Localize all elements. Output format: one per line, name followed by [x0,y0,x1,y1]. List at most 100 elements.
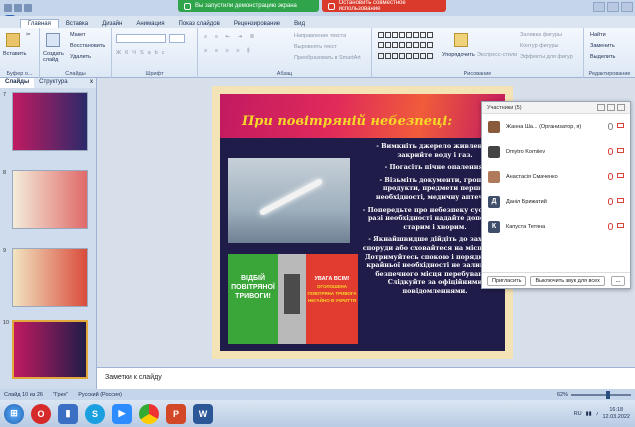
poster-alert-sub: ОГОЛОШЕНА ПОВІТРЯНА ТРИВОГА НЕГАЙНО В УК… [307,284,357,303]
microphone-muted-icon[interactable] [608,198,613,205]
list-icons[interactable]: ≡ ≡ ⇤ ⇥ ≣ [204,34,257,40]
opera-icon[interactable]: O [31,403,51,424]
alarm-poster: ВІДБІЙ ПОВІТРЯНОЇ ТРИВОГИ! УВАГА ВСІМ! О… [228,254,358,344]
slide-thumbnail-9[interactable] [12,248,88,307]
panel-minimize-button[interactable] [597,104,605,111]
camera-off-icon[interactable] [617,198,624,203]
font-family-select[interactable] [116,34,166,43]
close-button[interactable] [621,2,633,12]
redo-icon[interactable] [24,4,32,12]
paste-button[interactable]: Вставить [3,51,26,57]
text-direction-button[interactable]: Направление текста [294,33,346,39]
microphone-muted-icon[interactable] [608,148,613,155]
new-slide-icon[interactable] [46,33,60,47]
participant-row[interactable]: Д Даніл Брижатий [482,189,630,214]
microphone-muted-icon[interactable] [608,173,613,180]
paste-icon[interactable] [6,33,20,47]
network-icon[interactable]: ▮▮ [586,411,592,417]
microphone-icon[interactable] [608,123,613,130]
volume-icon[interactable]: ♪ [596,411,599,417]
maximize-button[interactable] [607,2,619,12]
poster-alert: УВАГА ВСІМ! ОГОЛОШЕНА ПОВІТРЯНА ТРИВОГА … [306,254,358,344]
shape-outline-button[interactable]: Контур фигуры [520,43,558,49]
font-size-select[interactable] [169,34,185,43]
delete-button[interactable]: Удалить [70,54,91,60]
font-format-icons[interactable]: ЖКЧSabc [116,50,168,56]
shape-fill-button[interactable]: Заливка фигуры [520,32,562,38]
save-icon[interactable] [4,4,12,12]
quick-styles-button[interactable]: Экспресс-стили [477,52,517,58]
tab-slideshow[interactable]: Показ слайдов [172,20,227,28]
camera-off-icon[interactable] [617,223,624,228]
tab-animation[interactable]: Анимация [129,20,171,28]
participant-row[interactable]: Dmytro Korniiev [482,139,630,164]
undo-icon[interactable] [14,4,22,12]
current-slide[interactable]: При повітряній небезпеці: - Вимкніть дже… [212,86,513,359]
chrome-icon[interactable] [139,403,159,424]
notes-placeholder: Заметки к слайду [105,374,162,381]
microphone-muted-icon[interactable] [608,223,613,230]
panel-restore-button[interactable] [607,104,615,111]
slide-thumbnail-10[interactable] [12,320,88,379]
more-options-button[interactable]: ... [611,275,625,286]
camera-off-icon[interactable] [617,173,624,178]
stop-share-label: Остановить совместное использование [338,0,406,12]
participant-controls [608,173,624,180]
layout-button[interactable]: Макет [70,32,86,38]
mute-all-button[interactable]: Выключить звук для всех [530,275,605,286]
shapes-gallery[interactable] [378,32,433,62]
zoom-knob[interactable] [605,390,610,399]
language-indicator[interactable]: RU [574,411,582,417]
cut-icon[interactable]: ✂ [26,32,31,38]
start-button[interactable]: ⊞ [4,403,24,424]
camera-off-icon[interactable] [617,148,624,153]
invite-button[interactable]: Пригласить [487,275,527,286]
slide-notes[interactable]: Заметки к слайду [97,367,635,389]
zoom-slider[interactable] [571,390,631,399]
files-icon[interactable]: ▮ [58,403,78,424]
select-button[interactable]: Выделить [590,54,615,60]
clock[interactable]: 16:18 12.03.2022 [602,407,630,420]
create-slide-button[interactable]: Создать слайд [43,51,65,63]
tab-outline[interactable]: Структура [34,78,72,88]
smartart-button[interactable]: Преобразовать в SmartArt [294,55,361,61]
replace-button[interactable]: Заменить [590,43,615,49]
tab-slides[interactable]: Слайды [0,78,35,88]
align-icons[interactable]: ≡ ≡ ≡ ≡ ⫼ [204,48,252,55]
close-pane-icon[interactable]: x [87,78,96,88]
tab-view[interactable]: Вид [287,20,312,28]
reset-button[interactable]: Восстановить [70,43,105,49]
panel-close-button[interactable] [617,104,625,111]
camera-off-icon[interactable] [617,123,624,128]
participant-row[interactable]: К Капуста Тетяна [482,214,630,239]
participant-row[interactable]: Анастасія Смаченко [482,164,630,189]
screen-share-banner: Вы запустили демонстрацию экрана [178,0,319,12]
arrange-button[interactable]: Упорядочить [442,52,475,58]
tab-insert[interactable]: Вставка [59,20,95,28]
participant-name: Капуста Тетяна [506,223,546,230]
arrange-icon[interactable] [454,33,468,47]
align-text-button[interactable]: Выровнять текст [294,44,337,50]
slides-pane-tabs: Слайды Структура x [0,78,96,88]
screen-share-text: Вы запустили демонстрацию экрана [195,3,297,9]
tab-home[interactable]: Главная [20,19,59,28]
word-icon[interactable]: W [193,403,213,424]
skype-icon[interactable]: S [85,403,105,424]
tab-design[interactable]: Дизайн [95,20,129,28]
slide-content: При повітряній небезпеці: - Вимкніть дже… [220,94,505,351]
slide-thumbnail-8[interactable] [12,170,88,229]
shape-effects-button[interactable]: Эффекты для фигур [520,54,573,60]
participant-name: Анастасія Смаченко [506,173,558,180]
participant-row[interactable]: Жанна Ша... (Организатор, я) [482,114,630,139]
slide-thumbnail-7[interactable] [12,92,88,151]
quick-access-toolbar [0,4,32,12]
minimize-button[interactable] [593,2,605,12]
find-button[interactable]: Найти [590,32,606,38]
participants-title: Участники (5) [487,104,522,111]
powerpoint-icon[interactable]: P [166,403,186,424]
share-icon [184,2,191,10]
tab-review[interactable]: Рецензирование [227,20,287,28]
zoom-control: 62% [557,390,631,399]
zoom-app-icon[interactable]: ▶ [112,403,132,424]
stop-share-button[interactable]: Остановить совместное использование [322,0,446,12]
